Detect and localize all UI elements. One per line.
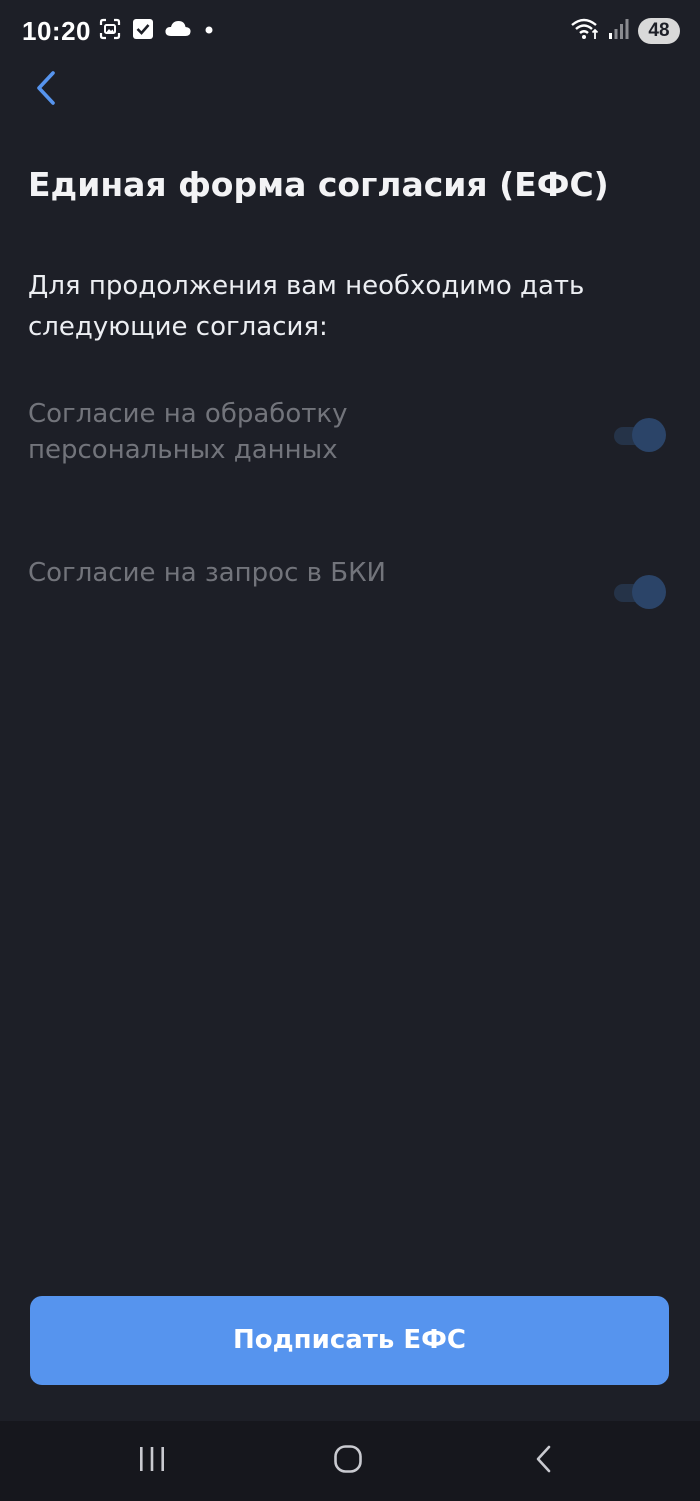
- chevron-left-icon: [33, 69, 59, 111]
- back-button[interactable]: [22, 66, 70, 114]
- status-time: 10:20: [22, 16, 91, 46]
- toggle-knob: [632, 575, 666, 609]
- dot-icon: [202, 22, 216, 41]
- navigation-bar: [0, 1421, 700, 1501]
- consent-label: Согласие на запрос в БКИ: [28, 558, 386, 588]
- page-title: Единая форма согласия (ЕФС): [28, 165, 609, 204]
- consent-toggle-bki-request[interactable]: [614, 575, 666, 609]
- consent-row-personal-data: Согласие на обработку персональных данны…: [28, 396, 672, 476]
- consent-toggle-personal-data[interactable]: [614, 418, 666, 452]
- nav-home-button[interactable]: [318, 1437, 378, 1485]
- status-bar: 10:20 48: [0, 0, 700, 64]
- cloud-icon: [164, 18, 192, 44]
- toggle-knob: [632, 418, 666, 452]
- battery-icon: 48: [638, 18, 680, 44]
- nav-recents-button[interactable]: [122, 1437, 182, 1485]
- nav-back-button[interactable]: [514, 1437, 574, 1485]
- screenshot-icon: [98, 17, 122, 45]
- sign-efs-button[interactable]: Подписать ЕФС: [30, 1296, 669, 1385]
- status-icons-left: [98, 17, 216, 45]
- signal-icon: [608, 18, 630, 44]
- intro-text: Для продолжения вам необходимо дать след…: [28, 271, 585, 342]
- checkbox-icon: [132, 18, 154, 44]
- consent-row-bki-request: Согласие на запрос в БКИ: [28, 554, 672, 634]
- consent-label: Согласие на обработку персональных данны…: [28, 399, 348, 465]
- wifi-icon: [570, 17, 600, 45]
- recents-icon: [137, 1445, 167, 1477]
- back-icon: [532, 1444, 556, 1478]
- status-icons-right: 48: [570, 17, 680, 45]
- home-icon: [333, 1444, 363, 1478]
